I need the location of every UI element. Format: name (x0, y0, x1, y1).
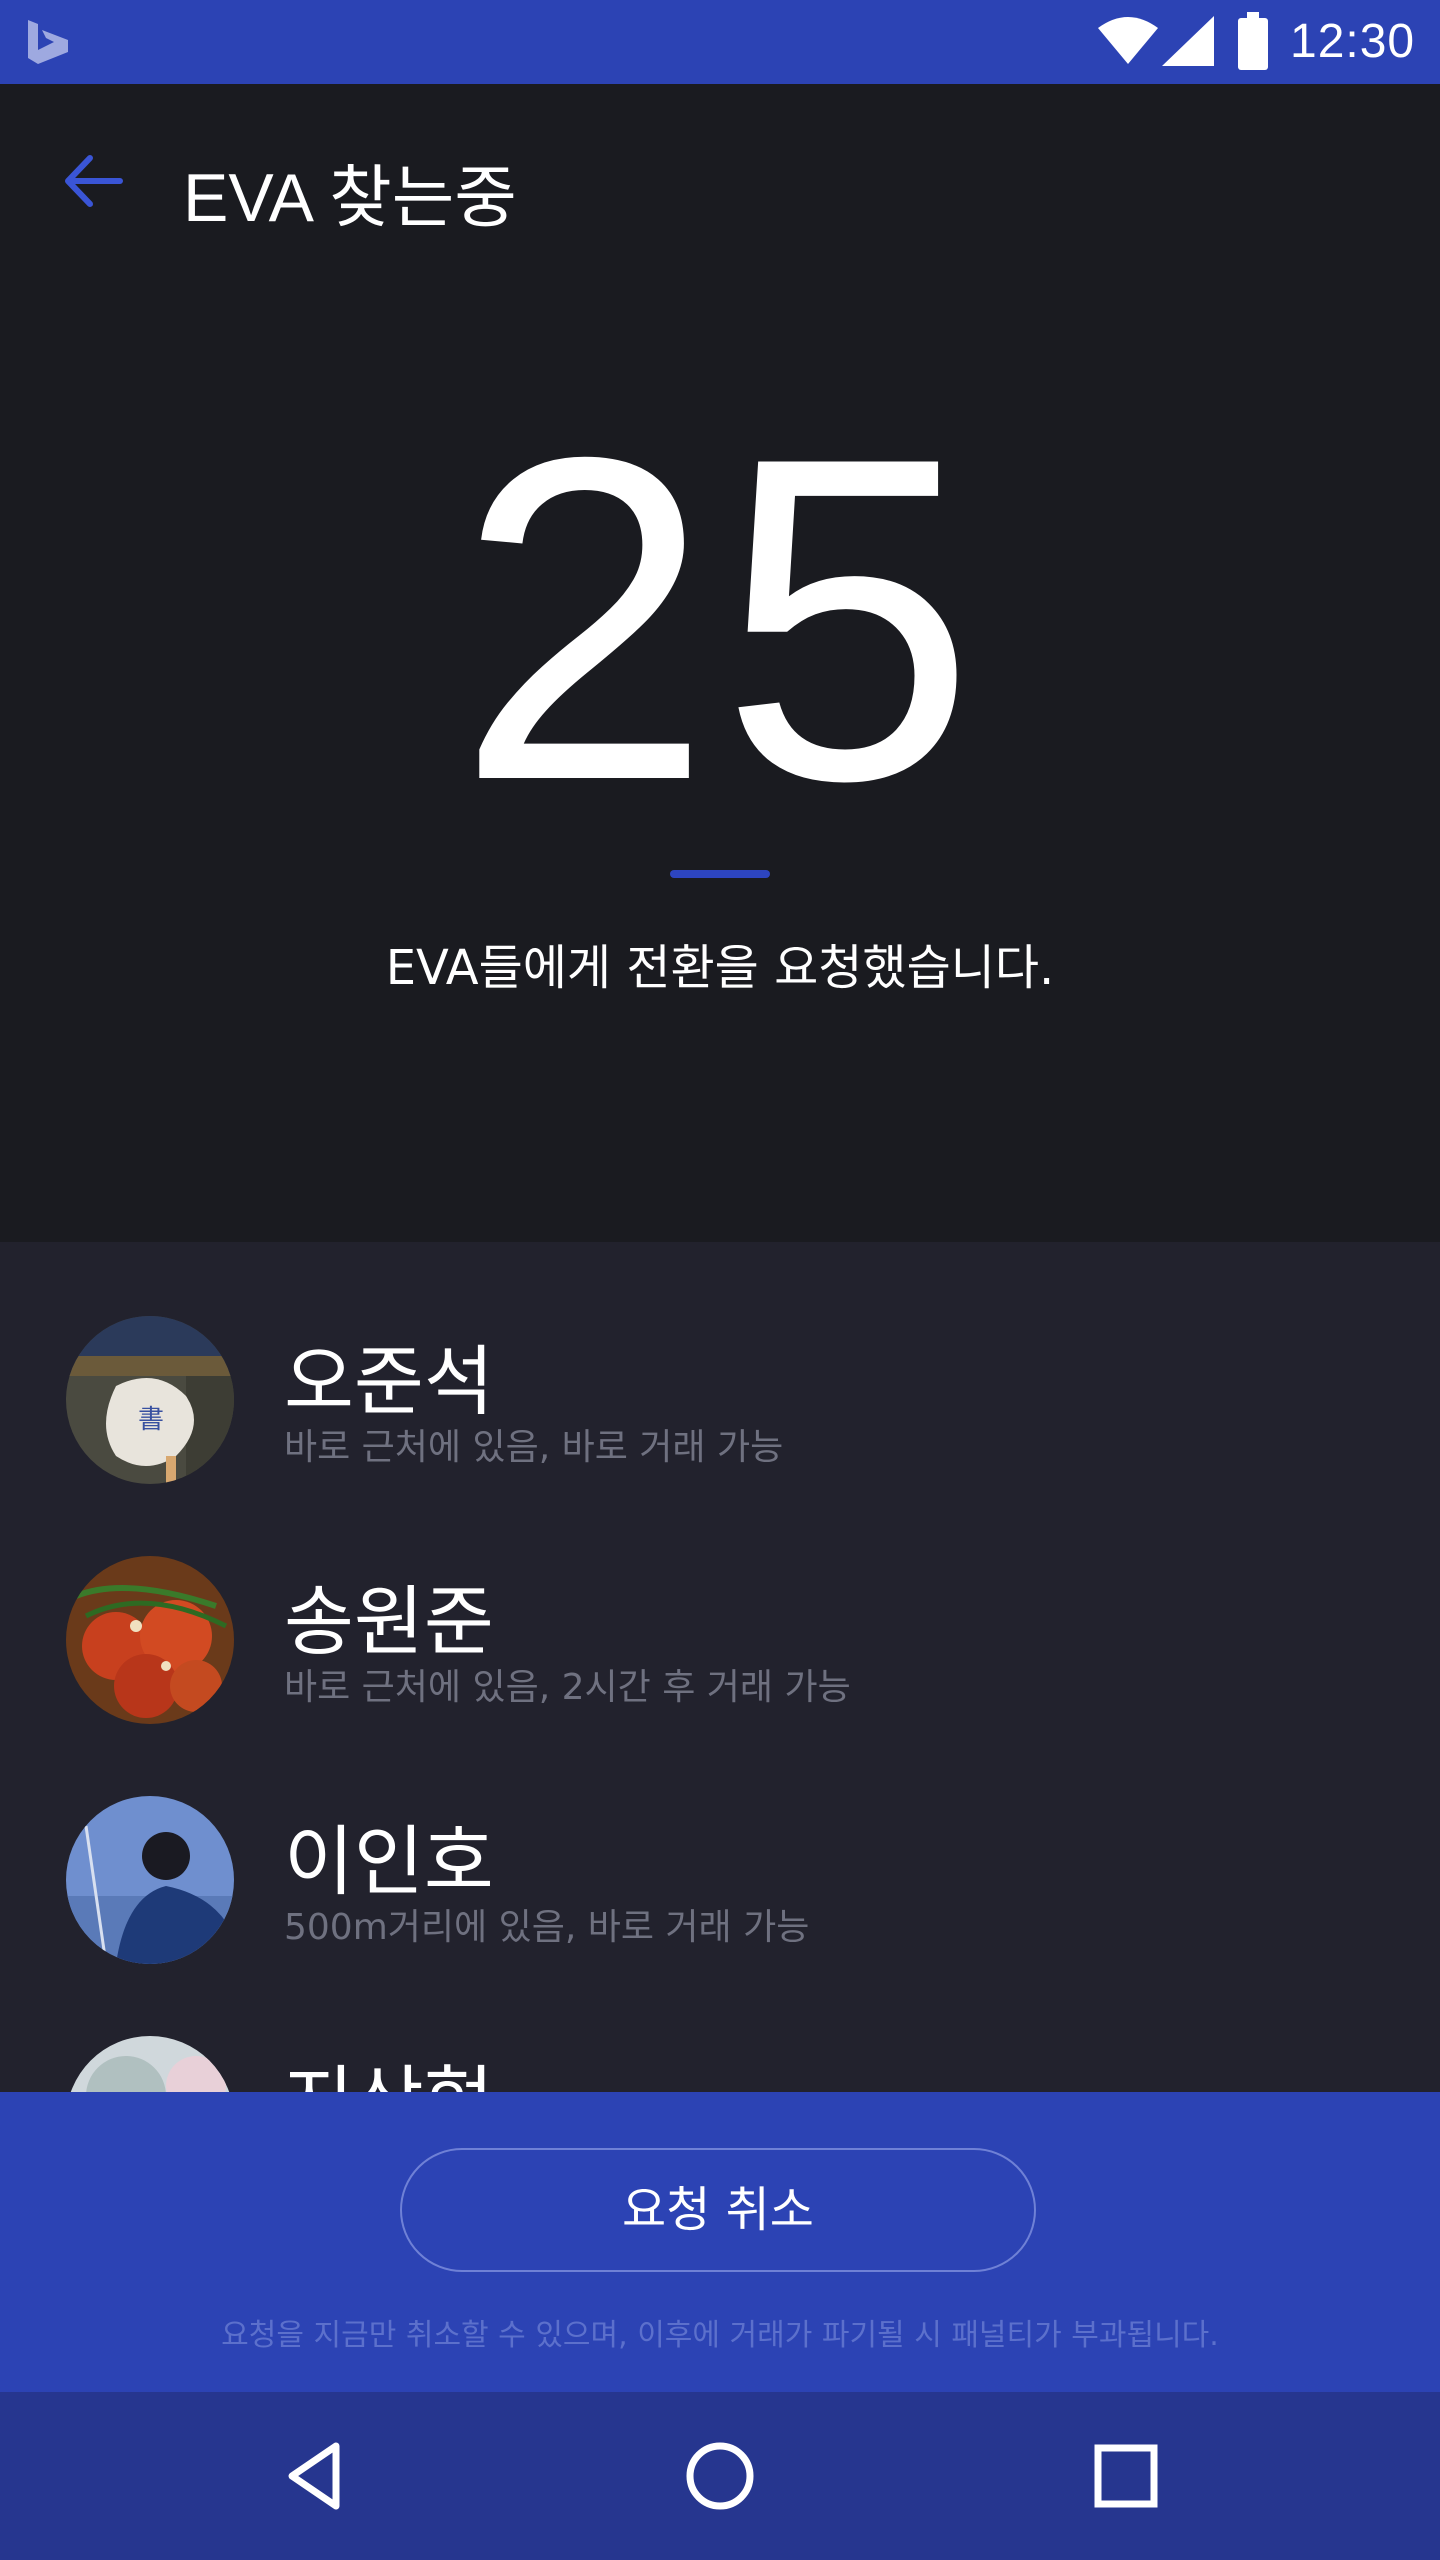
eva-status: 500m거리에 있음, 바로 거래 가능 (284, 1907, 810, 1948)
eva-list: 書 오준석 바로 근처에 있음, 바로 거래 가능 송원준 바로 근처에 있음,… (0, 1242, 1440, 2092)
battery-icon (1238, 12, 1268, 74)
cancel-request-button[interactable]: 요청 취소 (400, 2148, 1036, 2272)
avatar (66, 2036, 234, 2092)
eva-status: 바로 근처에 있음, 2시간 후 거래 가능 (284, 1667, 851, 1708)
countdown-timer: 25 (456, 363, 984, 876)
list-item[interactable]: 지상혁 (0, 1962, 1440, 2092)
list-item[interactable]: 書 오준석 바로 근처에 있음, 바로 거래 가능 (0, 1242, 1440, 1484)
cell-signal-icon (1162, 16, 1218, 72)
avatar (66, 1556, 234, 1724)
recents-square-icon (1094, 2444, 1158, 2508)
svg-text:書: 書 (138, 1405, 164, 1435)
avatar: 書 (66, 1316, 234, 1484)
eva-name: 이인호 (284, 1817, 494, 1906)
back-button[interactable] (48, 136, 138, 226)
status-time: 12:30 (1290, 15, 1416, 68)
footer-panel: 요청 취소 요청을 지금만 취소할 수 있으며, 이후에 거래가 파기될 시 패… (0, 2092, 1440, 2392)
system-nav-bar (0, 2392, 1440, 2560)
divider (670, 870, 770, 878)
avatar (66, 1796, 234, 1964)
status-bar: 12:30 (0, 0, 1440, 84)
cancel-note: 요청을 지금만 취소할 수 있으며, 이후에 거래가 파기될 시 패널티가 부과… (221, 2318, 1219, 2353)
eva-name: 지상혁 (284, 2040, 494, 2092)
wifi-icon (1098, 16, 1158, 70)
page-title: EVA 찾는중 (183, 160, 517, 236)
eva-name: 송원준 (284, 1577, 494, 1666)
list-item[interactable]: 송원준 바로 근처에 있음, 2시간 후 거래 가능 (0, 1482, 1440, 1724)
nav-back-button[interactable] (266, 2426, 366, 2526)
back-triangle-icon (288, 2442, 340, 2510)
bing-icon (24, 18, 72, 70)
eva-status: 바로 근처에 있음, 바로 거래 가능 (284, 1427, 784, 1468)
request-status-message: EVA들에게 전환을 요청했습니다. (385, 940, 1055, 996)
arrow-left-icon (65, 155, 123, 207)
list-item[interactable]: 이인호 500m거리에 있음, 바로 거래 가능 (0, 1722, 1440, 1964)
eva-name: 오준석 (284, 1337, 494, 1426)
nav-home-button[interactable] (670, 2426, 770, 2526)
nav-recents-button[interactable] (1076, 2426, 1176, 2526)
home-circle-icon (686, 2442, 754, 2510)
